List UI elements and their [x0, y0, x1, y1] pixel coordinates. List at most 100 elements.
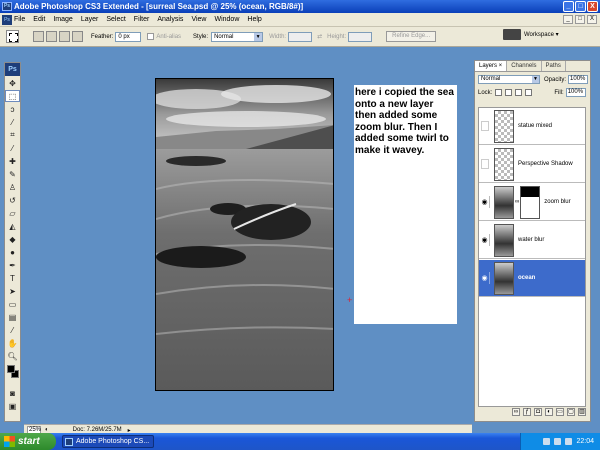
- swap-icon[interactable]: ⇄: [317, 33, 322, 40]
- blur-tool-icon[interactable]: ◆: [5, 233, 20, 245]
- menu-image[interactable]: Image: [53, 16, 72, 23]
- crosshair-cursor-icon: +: [347, 295, 353, 305]
- intersect-selection-icon[interactable]: [72, 31, 83, 42]
- layer-mask-thumbnail[interactable]: [520, 185, 541, 219]
- notes-tool-icon[interactable]: ▤: [5, 311, 20, 323]
- taskbar-item-photoshop[interactable]: Adobe Photoshop CS...: [62, 435, 154, 448]
- menu-analysis[interactable]: Analysis: [157, 16, 183, 23]
- eyedropper-tool-icon[interactable]: ⁄: [5, 142, 20, 154]
- layer-row[interactable]: ◉ ocean: [479, 260, 585, 297]
- eye-icon[interactable]: ◉: [480, 234, 490, 246]
- fill-label: Fill:: [554, 89, 564, 96]
- path-selection-tool-icon[interactable]: ➤: [5, 285, 20, 297]
- workspace-menu[interactable]: Workspace ▾: [503, 29, 559, 40]
- layer-style-icon[interactable]: ƒ: [523, 408, 531, 416]
- start-label: start: [18, 436, 40, 447]
- style-label: Style:: [193, 33, 209, 40]
- quick-mask-icon[interactable]: ◙: [5, 387, 20, 399]
- eye-icon[interactable]: ◉: [480, 272, 490, 284]
- subtract-selection-icon[interactable]: [59, 31, 70, 42]
- menu-view[interactable]: View: [191, 16, 206, 23]
- tray-volume-icon[interactable]: [554, 438, 562, 445]
- workspace-label: Workspace ▾: [524, 32, 559, 38]
- hand-tool-icon[interactable]: ✋: [5, 337, 20, 349]
- eyedropper2-tool-icon[interactable]: ⁄: [5, 324, 20, 336]
- layer-row[interactable]: ◉ ∞ zoom blur: [479, 184, 585, 221]
- menu-layer[interactable]: Layer: [81, 16, 99, 23]
- antialias-checkbox[interactable]: Anti-alias: [147, 32, 181, 40]
- tab-channels[interactable]: Channels: [507, 61, 542, 71]
- fill-input[interactable]: 100%: [565, 88, 586, 97]
- doc-minimize-button[interactable]: _: [563, 15, 573, 24]
- foreground-color-swatch[interactable]: [7, 365, 15, 373]
- zoom-tool-icon[interactable]: 🔍︎: [5, 350, 20, 362]
- eye-icon[interactable]: ◉: [480, 196, 490, 208]
- layer-row[interactable]: ◉ water blur: [479, 222, 585, 259]
- healing-brush-tool-icon[interactable]: ✚: [5, 155, 20, 167]
- eraser-tool-icon[interactable]: ▱: [5, 207, 20, 219]
- screen-mode-icon[interactable]: ▣: [5, 400, 20, 412]
- clone-stamp-tool-icon[interactable]: ♙: [5, 181, 20, 193]
- paint-bucket-tool-icon[interactable]: ◭: [5, 220, 20, 232]
- maximize-button[interactable]: □: [575, 1, 586, 12]
- menu-help[interactable]: Help: [247, 16, 261, 23]
- lock-pixels-icon[interactable]: [505, 89, 513, 96]
- start-button[interactable]: start: [0, 433, 56, 450]
- tray-security-icon[interactable]: [565, 438, 573, 445]
- new-group-icon[interactable]: ▭: [556, 408, 564, 416]
- width-input[interactable]: [288, 31, 313, 42]
- style-select[interactable]: Normal ▼: [211, 31, 264, 42]
- tab-paths[interactable]: Paths: [542, 61, 566, 71]
- link-layers-icon[interactable]: ∞: [512, 408, 520, 416]
- chevron-down-icon: ▼: [254, 32, 263, 41]
- visibility-toggle[interactable]: [481, 121, 489, 131]
- feather-input[interactable]: 0 px: [115, 31, 142, 42]
- layer-thumbnail: [494, 185, 514, 219]
- tray-network-icon[interactable]: [543, 438, 551, 445]
- menu-window[interactable]: Window: [214, 16, 239, 23]
- marquee-preset-icon[interactable]: [6, 30, 19, 43]
- menu-file[interactable]: File: [14, 16, 25, 23]
- visibility-toggle[interactable]: [481, 159, 489, 169]
- layer-row[interactable]: statue mixed: [479, 108, 585, 145]
- adjustment-layer-icon[interactable]: ◐: [545, 408, 553, 416]
- dodge-tool-icon[interactable]: ●: [5, 246, 20, 258]
- lock-position-icon[interactable]: [515, 89, 523, 96]
- lock-transparent-icon[interactable]: [495, 89, 503, 96]
- doc-restore-button[interactable]: □: [575, 15, 585, 24]
- magic-wand-tool-icon[interactable]: ⁄: [5, 116, 20, 128]
- minimize-button[interactable]: _: [563, 1, 574, 12]
- menu-select[interactable]: Select: [106, 16, 125, 23]
- menu-filter[interactable]: Filter: [134, 16, 150, 23]
- brush-tool-icon[interactable]: ✎: [5, 168, 20, 180]
- type-tool-icon[interactable]: T: [5, 272, 20, 284]
- layer-row[interactable]: Perspective Shadow: [479, 146, 585, 183]
- layer-thumbnail: [494, 147, 514, 181]
- height-input[interactable]: [348, 31, 373, 42]
- new-selection-icon[interactable]: [33, 31, 44, 42]
- crop-tool-icon[interactable]: ⌗: [5, 129, 20, 141]
- new-layer-icon[interactable]: ▢: [567, 408, 575, 416]
- pen-tool-icon[interactable]: ✒: [5, 259, 20, 271]
- marquee-tool-icon[interactable]: ⬚: [5, 90, 20, 102]
- chain-link-icon[interactable]: ∞: [515, 199, 519, 205]
- document-canvas[interactable]: [155, 78, 334, 391]
- history-brush-tool-icon[interactable]: ↺: [5, 194, 20, 206]
- lock-all-icon[interactable]: [525, 89, 533, 96]
- opacity-input[interactable]: 100%: [568, 75, 589, 84]
- add-mask-icon[interactable]: ◘: [534, 408, 542, 416]
- refine-edge-button[interactable]: Refine Edge...: [386, 31, 437, 42]
- doc-close-button[interactable]: X: [587, 15, 597, 24]
- trash-icon[interactable]: ▥: [578, 408, 586, 416]
- menu-edit[interactable]: Edit: [33, 16, 45, 23]
- move-tool-icon[interactable]: ✥: [5, 77, 20, 89]
- lasso-tool-icon[interactable]: ↄ: [5, 103, 20, 115]
- add-selection-icon[interactable]: [46, 31, 57, 42]
- toolbox: Ps ✥ ⬚ ↄ ⁄ ⌗ ⁄ ✚ ✎ ♙ ↺ ▱ ◭ ◆ ● ✒ T ➤ ▭ ▤…: [4, 62, 21, 422]
- ocean-image: [156, 79, 333, 390]
- close-button[interactable]: X: [587, 1, 598, 12]
- workspace-icon: [503, 29, 521, 40]
- blend-mode-select[interactable]: Normal ▼: [478, 75, 540, 84]
- shape-tool-icon[interactable]: ▭: [5, 298, 20, 310]
- tab-layers[interactable]: Layers ×: [475, 61, 508, 71]
